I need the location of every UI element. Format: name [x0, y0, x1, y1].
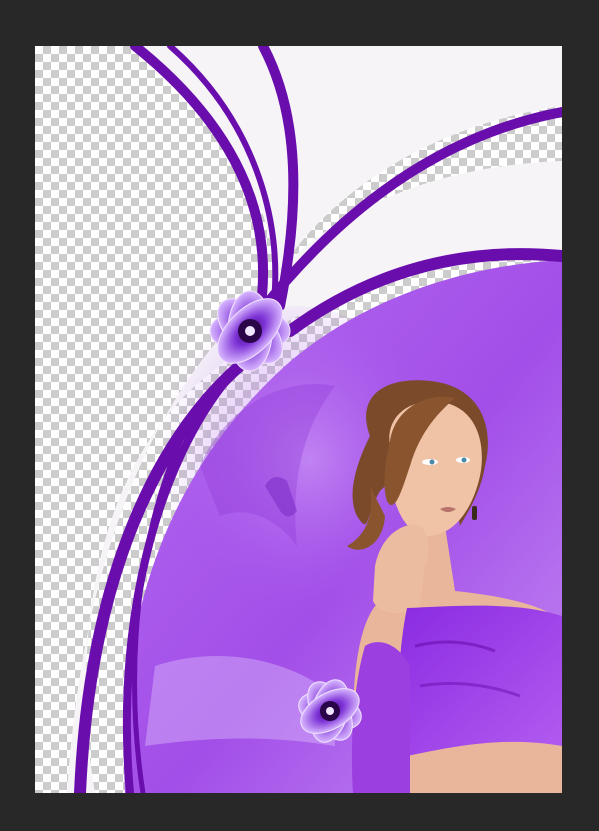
document-canvas[interactable] — [35, 46, 562, 793]
artwork — [67, 46, 562, 793]
